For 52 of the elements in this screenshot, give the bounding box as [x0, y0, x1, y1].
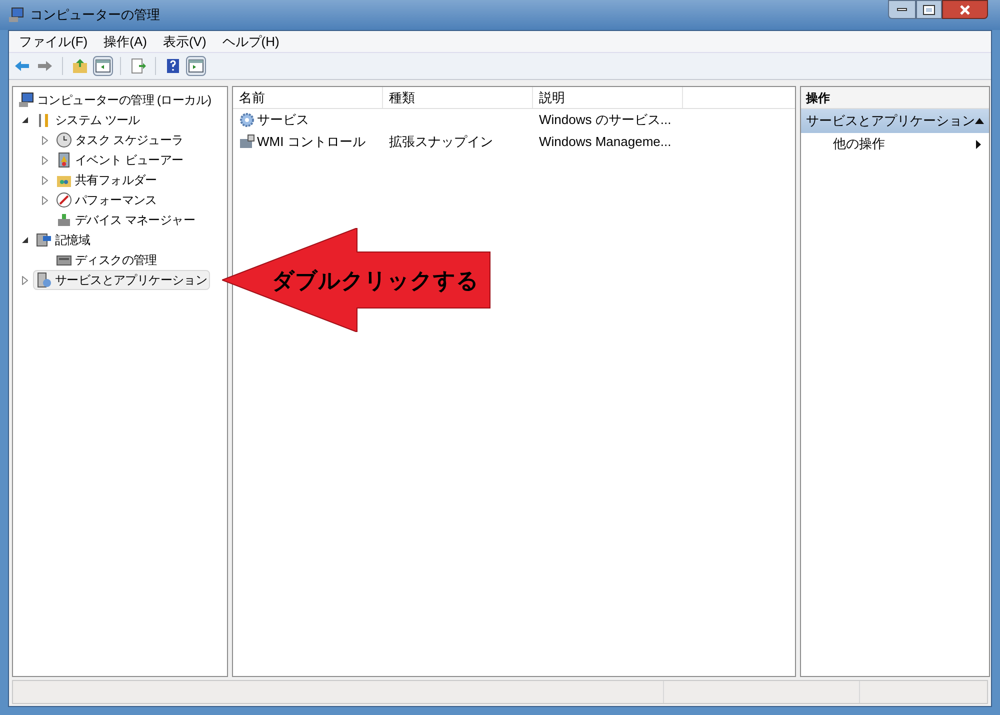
expanded-triangle-icon[interactable]	[22, 116, 28, 124]
table-cell-text: Windows のサービス...	[539, 111, 672, 130]
section-title: サービスとアプリケーション	[806, 112, 975, 130]
submenu-arrow-icon	[976, 140, 981, 148]
tree-item[interactable]: サービスとアプリケーション	[33, 270, 210, 290]
table-cell-text: WMI コントロール	[257, 133, 366, 152]
gear-icon	[239, 112, 255, 128]
gauge-icon	[56, 192, 72, 208]
maximize-button[interactable]	[916, 0, 942, 19]
tree-item[interactable]: 共有フォルダー	[53, 170, 160, 190]
collapsed-triangle-icon[interactable]	[42, 196, 48, 204]
tree-item[interactable]: タスク スケジューラ	[53, 130, 186, 150]
minimize-icon	[897, 8, 907, 11]
collapsed-triangle-icon[interactable]	[42, 136, 48, 144]
pane-icon[interactable]	[93, 56, 113, 76]
collapsed-triangle-icon[interactable]	[42, 156, 48, 164]
column-header[interactable]: 説明	[533, 87, 683, 108]
menu-item[interactable]: 表示(V)	[156, 32, 212, 52]
close-button[interactable]	[942, 0, 988, 19]
table-cell-text: 拡張スナップイン	[389, 133, 493, 152]
tree-item[interactable]: 記憶域	[33, 230, 94, 250]
close-icon	[959, 4, 971, 14]
tree-item[interactable]: システム ツール	[33, 110, 143, 130]
pane-icon[interactable]	[186, 56, 206, 76]
menu-item[interactable]: 操作(A)	[98, 32, 153, 52]
tree-item[interactable]: デバイス マネージャー	[53, 210, 198, 230]
tree-item[interactable]: コンピューターの管理 (ローカル)	[15, 90, 214, 110]
menu-item[interactable]: ヘルプ(H)	[216, 32, 286, 52]
tree-item[interactable]: イベント ビューアー	[53, 150, 186, 170]
action-item[interactable]: 他の操作	[801, 133, 989, 155]
collapsed-triangle-icon[interactable]	[22, 276, 28, 284]
expanded-triangle-icon[interactable]	[22, 236, 28, 244]
storage-icon	[36, 232, 52, 248]
clock-icon	[56, 132, 72, 148]
actions-section-header[interactable]: サービスとアプリケーション	[801, 109, 989, 133]
tree-item[interactable]: ディスクの管理	[53, 250, 160, 270]
column-header[interactable]: 名前	[233, 87, 383, 108]
window-title: コンピューターの管理	[30, 6, 160, 24]
table-cell-text: サービス	[257, 111, 309, 130]
minimize-button[interactable]	[888, 0, 916, 19]
column-header[interactable]: 種類	[383, 87, 533, 108]
table-cell-text: Windows Manageme...	[539, 133, 672, 152]
folder-up-icon[interactable]	[70, 56, 90, 76]
menu-item[interactable]: ファイル(F)	[13, 32, 94, 52]
tree-item[interactable]: パフォーマンス	[53, 190, 160, 210]
device-icon	[56, 212, 72, 228]
collapsed-triangle-icon[interactable]	[42, 176, 48, 184]
collapse-triangle-icon[interactable]	[975, 118, 984, 124]
actions-title: 操作	[801, 87, 989, 109]
log-icon	[56, 152, 72, 168]
maximize-icon	[924, 6, 934, 14]
annotation-text: ダブルクリックする	[272, 267, 479, 295]
